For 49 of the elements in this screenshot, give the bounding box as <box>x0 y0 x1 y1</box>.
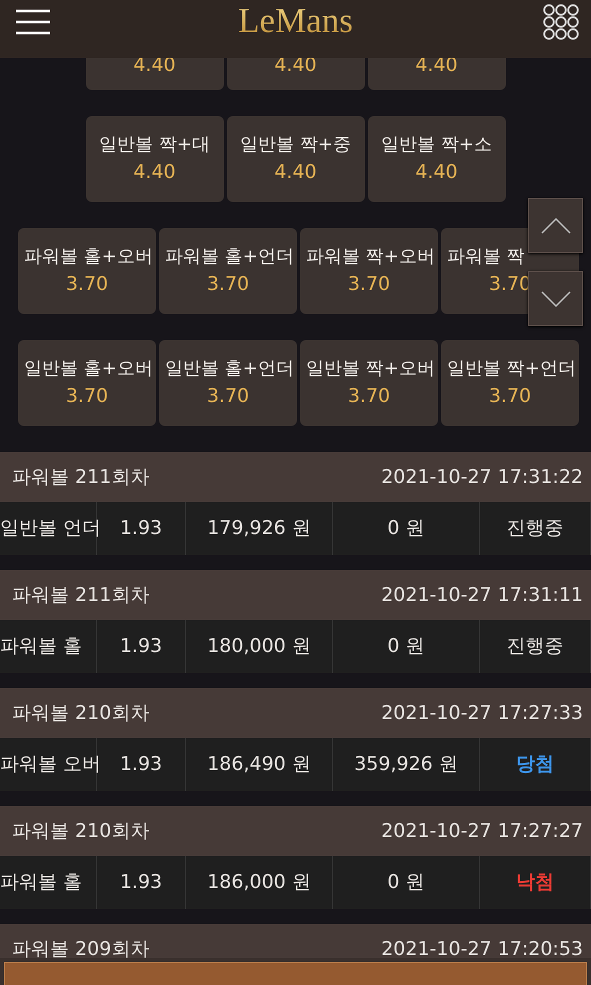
bet-option-button[interactable]: 일반볼 짝+언더 3.70 <box>441 340 579 426</box>
result-cell: 진행중 <box>480 620 591 673</box>
bet-option-button[interactable]: 4.40 <box>86 58 224 90</box>
bet-option-button[interactable]: 4.40 <box>368 58 506 90</box>
result-cell: 진행중 <box>480 502 591 555</box>
bet-option-button[interactable]: 파워볼 짝+오버 3.70 <box>300 228 438 314</box>
apps-grid-icon[interactable] <box>543 4 579 40</box>
bet-time: 2021-10-27 17:27:27 <box>381 818 583 844</box>
bet-amount-cell: 186,000 원 <box>186 856 333 909</box>
menu-icon[interactable] <box>16 8 50 36</box>
odds-cell: 1.93 <box>97 738 186 791</box>
payout-cell: 0 원 <box>333 856 480 909</box>
scroll-up-button[interactable] <box>528 198 583 253</box>
bet-amount-cell: 179,926 원 <box>186 502 333 555</box>
bet-time: 2021-10-27 17:27:33 <box>381 700 583 726</box>
bet-time: 2021-10-27 17:31:22 <box>381 464 583 490</box>
bet-option-button[interactable]: 일반볼 홀+언더 3.70 <box>159 340 297 426</box>
odds-cell: 1.93 <box>97 856 186 909</box>
pick-cell: 파워볼 오버 <box>0 738 97 791</box>
payout-cell: 0 원 <box>333 502 480 555</box>
payout-cell: 0 원 <box>333 620 480 673</box>
bet-option-button[interactable]: 일반볼 짝+중 4.40 <box>226 116 364 202</box>
chevron-up-icon <box>540 218 570 234</box>
round-title: 파워볼 209회차 <box>12 936 150 962</box>
result-cell: 낙첨 <box>480 856 591 909</box>
payout-cell: 359,926 원 <box>333 738 480 791</box>
bet-amount-cell: 180,000 원 <box>186 620 333 673</box>
bet-amount-cell: 186,490 원 <box>186 738 333 791</box>
bet-option-button[interactable]: 4.40 <box>226 58 364 90</box>
chevron-down-icon <box>540 290 570 306</box>
scroll-down-button[interactable] <box>528 271 583 326</box>
round-title: 파워볼 211회차 <box>12 464 150 490</box>
pick-cell: 파워볼 홀 <box>0 620 97 673</box>
bet-option-button[interactable]: 일반볼 짝+오버 3.70 <box>300 340 438 426</box>
round-title: 파워볼 210회차 <box>12 818 150 844</box>
result-cell: 당첨 <box>480 738 591 791</box>
bet-option-button[interactable]: 일반볼 짝+소 4.40 <box>368 116 506 202</box>
bet-time: 2021-10-27 17:31:11 <box>381 582 583 608</box>
bet-option-button[interactable]: 일반볼 홀+오버 3.70 <box>18 340 156 426</box>
bet-time: 2021-10-27 17:20:53 <box>381 936 583 962</box>
pick-cell: 일반볼 언더 <box>0 502 97 555</box>
bet-option-button[interactable]: 파워볼 홀+오버 3.70 <box>18 228 156 314</box>
odds-cell: 1.93 <box>97 502 186 555</box>
round-title: 파워볼 211회차 <box>12 582 150 608</box>
bet-option-button[interactable]: 일반볼 짝+대 4.40 <box>86 116 224 202</box>
round-title: 파워볼 210회차 <box>12 700 150 726</box>
pick-cell: 파워볼 홀 <box>0 856 97 909</box>
odds-cell: 1.93 <box>97 620 186 673</box>
bet-option-button[interactable]: 파워볼 홀+언더 3.70 <box>159 228 297 314</box>
